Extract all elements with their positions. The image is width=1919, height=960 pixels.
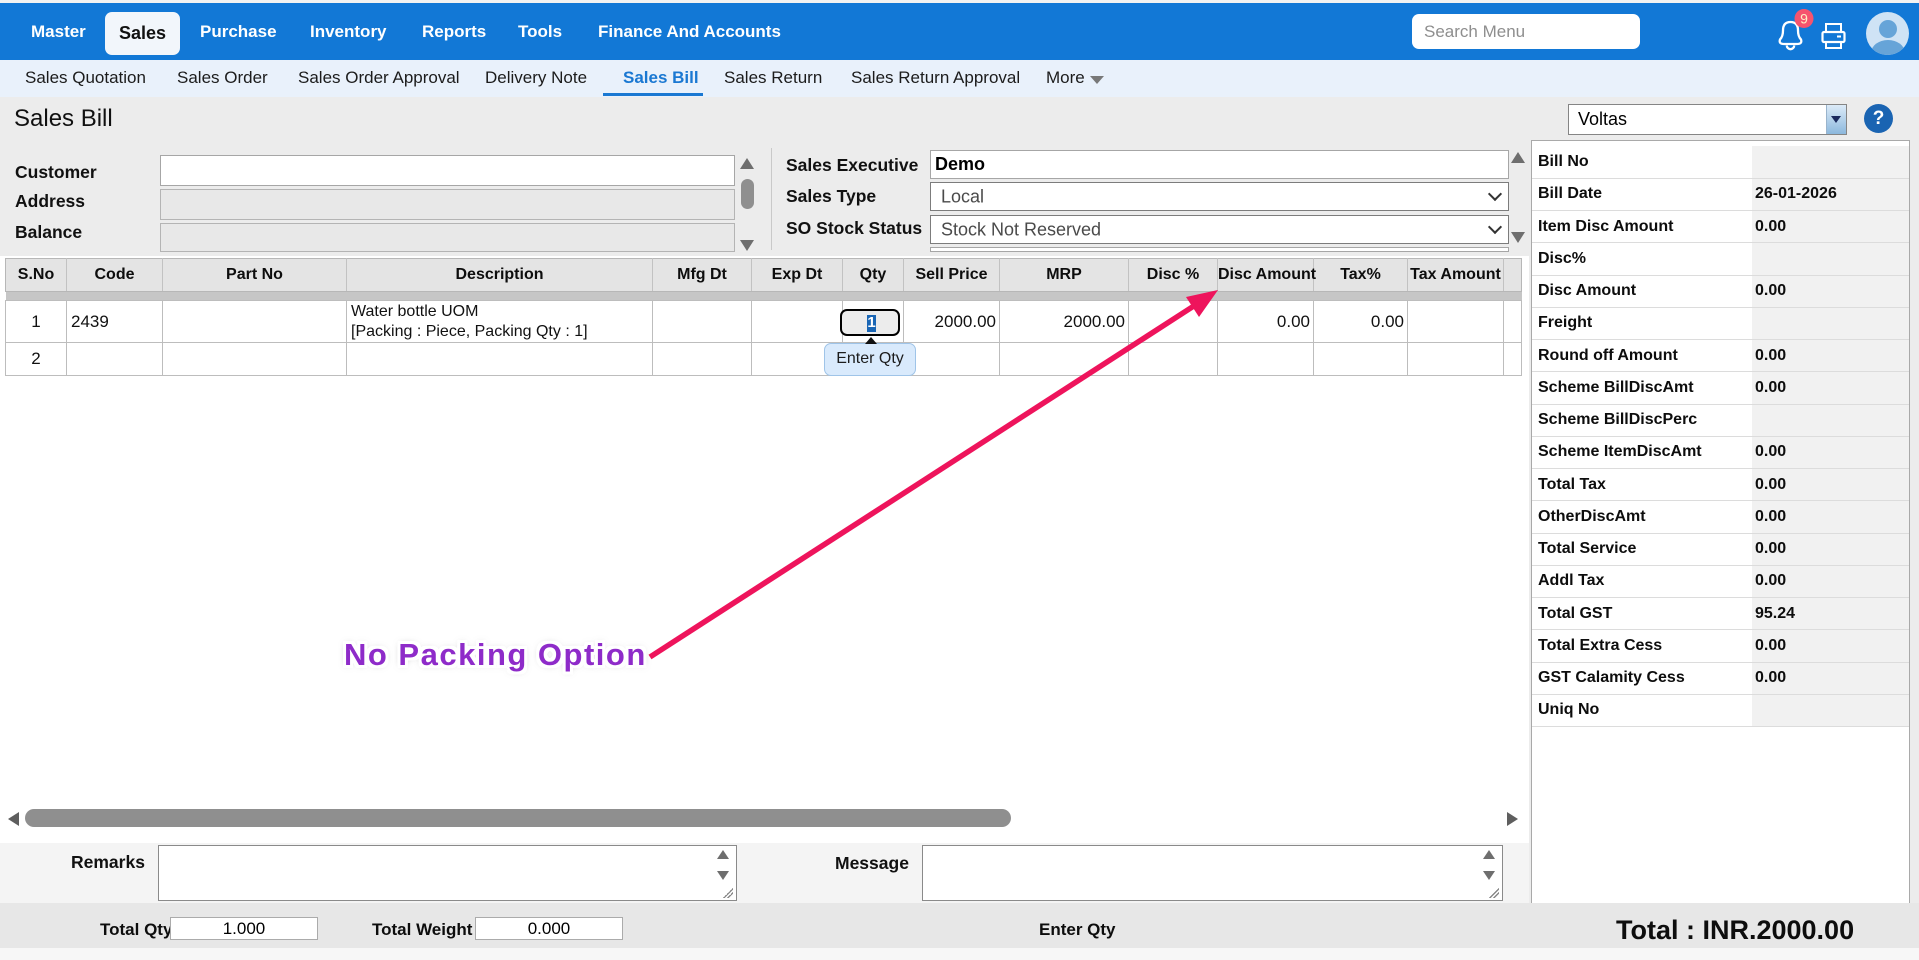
svg-text:9: 9 bbox=[1800, 11, 1808, 27]
